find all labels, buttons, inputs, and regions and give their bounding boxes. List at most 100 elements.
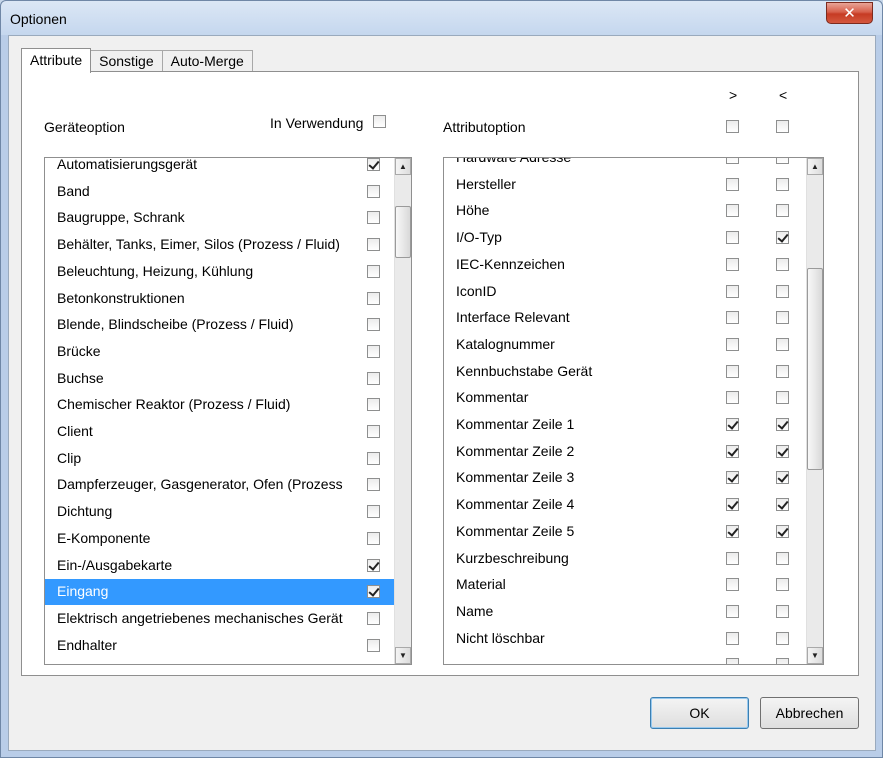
attribute-lt-checkbox[interactable] [776, 158, 789, 164]
device-option-checkbox[interactable] [367, 478, 380, 492]
device-option-row[interactable]: Ein-/Ausgabekarte [45, 553, 394, 579]
scroll-thumb[interactable] [395, 206, 411, 258]
attribute-gt-checkbox[interactable] [726, 231, 739, 245]
ok-button[interactable]: OK [650, 697, 749, 729]
attribute-lt-checkbox[interactable] [776, 444, 789, 458]
device-option-checkbox[interactable] [367, 505, 380, 519]
attribute-lt-checkbox[interactable] [776, 498, 789, 512]
attribute-list-scrollbar[interactable]: ▲ ▼ [806, 158, 823, 664]
attribute-lt-checkbox[interactable] [776, 391, 789, 405]
attribute-gt-checkbox[interactable] [726, 257, 739, 271]
attribute-option-row[interactable]: Kommentar [444, 385, 806, 411]
attribute-option-row[interactable]: Höhe [444, 198, 806, 224]
attribute-lt-checkbox[interactable] [776, 204, 789, 218]
attribute-lt-checkbox[interactable] [776, 284, 789, 298]
attribute-option-row[interactable]: Kennbuchstabe Gerät [444, 359, 806, 385]
scroll-thumb[interactable] [807, 268, 823, 470]
attribute-option-row[interactable]: Material [444, 572, 806, 598]
attribute-gt-checkbox[interactable] [726, 337, 739, 351]
device-option-checkbox[interactable] [367, 558, 380, 572]
in-use-checkbox[interactable] [373, 115, 386, 128]
tab-sonstige[interactable]: Sonstige [90, 50, 163, 72]
device-option-checkbox[interactable] [367, 451, 380, 465]
attribute-gt-checkbox[interactable] [726, 604, 739, 618]
attribute-lt-checkbox[interactable] [776, 311, 789, 325]
attribute-lt-checkbox[interactable] [776, 658, 789, 664]
attribute-option-row[interactable]: Kommentar Zeile 3 [444, 465, 806, 491]
close-button[interactable]: ✕ [826, 2, 873, 24]
attribute-option-row[interactable]: Kurzbeschreibung [444, 546, 806, 572]
attribute-option-row[interactable]: Kommentar Zeile 2 [444, 439, 806, 465]
scroll-down-button[interactable]: ▼ [807, 647, 823, 664]
attribute-option-row[interactable]: Nicht löschbar [444, 626, 806, 652]
attribute-lt-checkbox[interactable] [776, 177, 789, 191]
device-option-row[interactable]: Automatisierungsgerät [45, 158, 394, 178]
column-lt-all-checkbox[interactable] [776, 120, 789, 133]
attribute-option-row[interactable]: IconID [444, 279, 806, 305]
attribute-gt-checkbox[interactable] [726, 364, 739, 378]
attribute-option-row[interactable] [444, 652, 806, 664]
tab-attribute[interactable]: Attribute [21, 48, 92, 73]
device-option-row[interactable]: Clip [45, 446, 394, 472]
device-option-checkbox[interactable] [367, 425, 380, 438]
attribute-lt-checkbox[interactable] [776, 578, 789, 592]
attribute-lt-checkbox[interactable] [776, 604, 789, 618]
attribute-gt-checkbox[interactable] [726, 177, 739, 191]
scroll-up-button[interactable]: ▲ [395, 158, 411, 175]
device-option-row[interactable]: Beleuchtung, Heizung, Kühlung [45, 259, 394, 285]
device-option-checkbox[interactable] [367, 211, 380, 225]
attribute-gt-checkbox[interactable] [726, 658, 739, 664]
attribute-option-row[interactable]: Name [444, 599, 806, 625]
device-option-checkbox[interactable] [367, 264, 380, 278]
attribute-gt-checkbox[interactable] [726, 204, 739, 218]
device-option-checkbox[interactable] [367, 184, 380, 198]
device-list-scrollbar[interactable]: ▲ ▼ [394, 158, 411, 664]
attribute-lt-checkbox[interactable] [776, 418, 789, 431]
attribute-option-row[interactable]: IEC-Kennzeichen [444, 252, 806, 278]
device-option-checkbox[interactable] [367, 398, 380, 412]
attribute-lt-checkbox[interactable] [776, 551, 789, 565]
device-option-checkbox[interactable] [367, 318, 380, 332]
attribute-lt-checkbox[interactable] [776, 471, 789, 485]
attribute-gt-checkbox[interactable] [726, 158, 739, 164]
scroll-up-button[interactable]: ▲ [807, 158, 823, 175]
device-option-checkbox[interactable] [367, 585, 380, 599]
device-option-row[interactable]: Chemischer Reaktor (Prozess / Fluid) [45, 392, 394, 418]
attribute-option-list[interactable]: Hardware Adresse Hersteller Höhe I/O-Typ IEC… [443, 157, 824, 665]
tab-auto-merge[interactable]: Auto-Merge [161, 50, 253, 72]
attribute-gt-checkbox[interactable] [726, 578, 739, 592]
device-option-checkbox[interactable] [367, 531, 380, 545]
device-option-row[interactable]: E-Komponente [45, 526, 394, 552]
attribute-gt-checkbox[interactable] [726, 471, 739, 485]
device-option-row[interactable]: Blende, Blindscheibe (Prozess / Fluid) [45, 312, 394, 338]
scroll-down-button[interactable]: ▼ [395, 647, 411, 664]
attribute-gt-checkbox[interactable] [726, 391, 739, 405]
attribute-option-row[interactable]: Katalognummer [444, 332, 806, 358]
device-option-list[interactable]: Automatisierungsgerät Band Baugruppe, Schr… [44, 157, 412, 665]
attribute-lt-checkbox[interactable] [776, 337, 789, 351]
attribute-lt-checkbox[interactable] [776, 631, 789, 645]
device-option-checkbox[interactable] [367, 291, 380, 305]
device-option-row[interactable]: Baugruppe, Schrank [45, 205, 394, 231]
device-option-checkbox[interactable] [367, 238, 380, 252]
attribute-lt-checkbox[interactable] [776, 364, 789, 378]
device-option-row[interactable]: Band [45, 179, 394, 205]
attribute-gt-checkbox[interactable] [726, 524, 739, 538]
device-option-checkbox[interactable] [367, 611, 380, 625]
attribute-gt-checkbox[interactable] [726, 284, 739, 298]
attribute-option-row[interactable]: I/O-Typ [444, 225, 806, 251]
device-option-row[interactable]: Eingang [45, 579, 394, 606]
device-option-row[interactable]: Behälter, Tanks, Eimer, Silos (Prozess /… [45, 232, 394, 258]
device-option-checkbox[interactable] [367, 371, 380, 385]
attribute-option-row[interactable]: Kommentar Zeile 1 [444, 412, 806, 438]
attribute-option-row[interactable]: Hersteller [444, 172, 806, 198]
column-gt-all-checkbox[interactable] [726, 120, 739, 133]
device-option-row[interactable]: Elektrisch angetriebenes mechanisches Ge… [45, 606, 394, 632]
attribute-gt-checkbox[interactable] [726, 444, 739, 458]
attribute-gt-checkbox[interactable] [726, 631, 739, 645]
device-option-checkbox[interactable] [367, 344, 380, 358]
attribute-option-row[interactable]: Kommentar Zeile 5 [444, 519, 806, 545]
attribute-lt-checkbox[interactable] [776, 257, 789, 271]
attribute-option-row[interactable]: Kommentar Zeile 4 [444, 492, 806, 518]
attribute-lt-checkbox[interactable] [776, 231, 789, 245]
